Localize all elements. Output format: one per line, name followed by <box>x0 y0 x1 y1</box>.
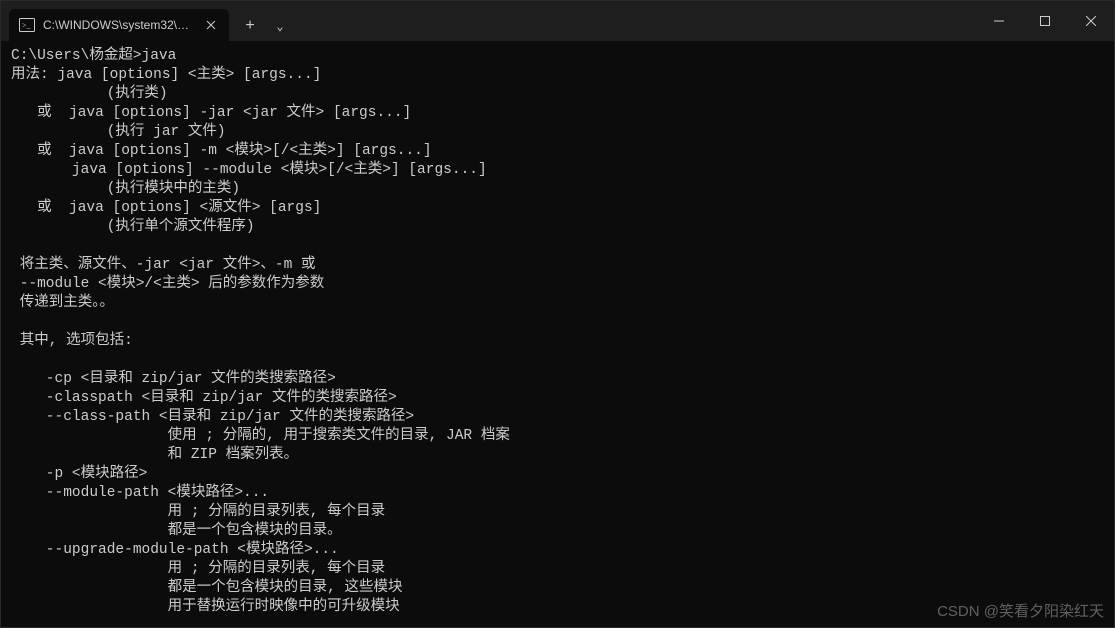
tab-strip: >_ C:\WINDOWS\system32\cmd. + ⌄ <box>1 1 295 41</box>
command: java <box>142 48 177 64</box>
svg-text:>_: >_ <box>22 21 32 30</box>
terminal-window: >_ C:\WINDOWS\system32\cmd. + ⌄ <box>0 0 1115 628</box>
watermark: CSDN @笑看夕阳染红天 <box>937 602 1104 621</box>
tab-title: C:\WINDOWS\system32\cmd. <box>43 18 195 32</box>
maximize-button[interactable] <box>1022 1 1068 41</box>
close-button[interactable] <box>1068 1 1114 41</box>
prompt: C:\Users\杨金超> <box>11 48 142 64</box>
tab-close-button[interactable] <box>203 17 219 33</box>
tab-cmd[interactable]: >_ C:\WINDOWS\system32\cmd. <box>9 9 229 41</box>
terminal-body[interactable]: C:\Users\杨金超>java 用法: java [options] <主类… <box>1 41 1114 627</box>
titlebar: >_ C:\WINDOWS\system32\cmd. + ⌄ <box>1 1 1114 41</box>
plus-icon: + <box>245 17 255 35</box>
cmd-icon: >_ <box>19 17 35 33</box>
close-icon <box>1086 16 1096 26</box>
new-tab-button[interactable]: + <box>235 11 265 41</box>
window-controls <box>976 1 1114 41</box>
tab-dropdown-button[interactable]: ⌄ <box>265 11 295 41</box>
maximize-icon <box>1040 16 1050 26</box>
minimize-icon <box>994 16 1004 26</box>
chevron-down-icon: ⌄ <box>276 19 283 34</box>
terminal-output: 用法: java [options] <主类> [args...] (执行类) … <box>11 67 510 615</box>
minimize-button[interactable] <box>976 1 1022 41</box>
